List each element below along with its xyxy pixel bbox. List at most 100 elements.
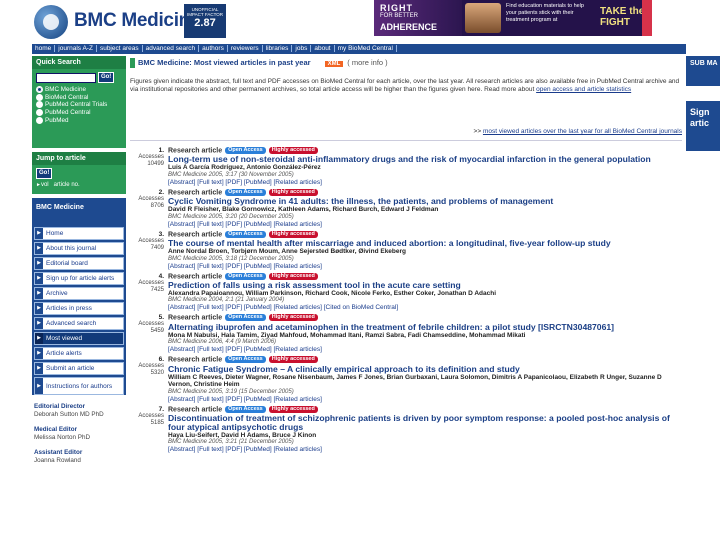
menu-item[interactable]: ▶ Advanced search: [34, 317, 124, 330]
nav-item[interactable]: home: [32, 45, 56, 52]
highly-accessed-badge: Highly accessed: [268, 147, 318, 154]
xml-feed-button[interactable]: XML: [324, 61, 344, 67]
article-links[interactable]: [Abstract] [Full text] [PDF] [PubMed] [R…: [168, 346, 682, 354]
radio-icon[interactable]: [36, 93, 43, 101]
menu-item-label: Editorial board: [46, 260, 88, 267]
article-title-link[interactable]: The course of mental health after miscar…: [168, 239, 682, 248]
radio-icon[interactable]: [36, 109, 43, 117]
menu-item[interactable]: ▶ Home: [34, 227, 124, 240]
quick-search-go-button[interactable]: Go!: [97, 72, 115, 83]
nav-item[interactable]: my BioMed Central: [334, 45, 397, 52]
editors-list: Editorial Director Deborah Sutton MD PhD M…: [32, 397, 126, 478]
article-title-link[interactable]: Long-term use of non-steroidal anti-infl…: [168, 155, 682, 164]
top-nav: home journals A-Z subject areas advanced se…: [32, 44, 686, 54]
menu-item[interactable]: ▶ Submit an article: [34, 362, 124, 375]
article-authors: Anne Nordal Broen, Torbjørn Moum, Anne S…: [168, 248, 407, 256]
right-edge-ads: SUB MA Sign artic: [686, 56, 720, 540]
article-row: 7. Accesses 5185 Research article Open Acces…: [130, 405, 682, 455]
radio-icon[interactable]: [36, 116, 43, 124]
left-column: Quick Search Go! BMC Medicine BioMed Cent…: [32, 56, 126, 540]
search-scope-option[interactable]: BMC Medicine: [32, 86, 126, 94]
menu-item[interactable]: ▶ About this journal: [34, 242, 124, 255]
nav-item[interactable]: authors: [199, 45, 228, 52]
menu-item[interactable]: ▶ Archive: [34, 287, 124, 300]
search-scope-option[interactable]: BioMed Central: [32, 93, 126, 102]
article-links[interactable]: [Abstract] [Full text] [PDF] [PubMed] [R…: [168, 446, 682, 454]
nav-item[interactable]: advanced search: [142, 45, 200, 52]
menu-arrow-icon: ▶: [35, 273, 43, 284]
open-access-badge: Open Access: [225, 230, 266, 238]
nav-item[interactable]: subject areas: [96, 45, 143, 52]
article-meta: 1. Accesses 10499: [130, 147, 168, 187]
nav-item[interactable]: journals A-Z: [55, 45, 97, 52]
bmc-menu-list: ▶ Home ▶ About this journal ▶ Editorial board…: [32, 227, 126, 395]
arrow-right-icon: >>: [473, 128, 483, 135]
highly-accessed-badge: Highly accessed: [268, 188, 318, 196]
menu-item[interactable]: ▶ Article alerts: [34, 347, 124, 360]
menu-item[interactable]: ▶ Sign up for article alerts: [34, 272, 124, 285]
right-ad-2[interactable]: Sign artic: [686, 101, 720, 151]
article-links[interactable]: [Abstract] [Full text] [PDF] [PubMed] [R…: [168, 304, 682, 312]
menu-item[interactable]: ▶ Most viewed: [34, 332, 124, 345]
article-title-link[interactable]: Discontinuation of treatment of schizoph…: [168, 413, 682, 432]
bmc-logo[interactable]: BMC Medicine: [34, 3, 201, 41]
article-links[interactable]: [Abstract] [Full text] [PDF] [PubMed] [R…: [168, 221, 682, 229]
article-citation: BMC Medicine 2005, 3:20 (20 December 200…: [168, 213, 294, 220]
editor-entry: Assistant Editor Joanna Rowland: [34, 449, 124, 464]
banner-ad-adherence[interactable]: RIGHT FOR BETTER ADHERENCE: [374, 0, 462, 36]
nav-item[interactable]: about: [311, 45, 335, 52]
article-rank: 7.: [158, 405, 164, 413]
menu-item[interactable]: ▶ Editorial board: [34, 257, 124, 270]
article-title-link[interactable]: Cyclic Vomiting Syndrome in 41 adults: t…: [168, 197, 682, 206]
menu-item-label: Advanced search: [46, 320, 97, 327]
search-scope-option[interactable]: PubMed Central: [32, 109, 126, 117]
accesses-label: Accesses: [138, 237, 164, 244]
article-links[interactable]: [Abstract] [Full text] [PDF] [PubMed] [R…: [168, 263, 682, 271]
article-rank: 1.: [158, 147, 164, 154]
main-content: BMC Medicine: Most viewed articles in pa…: [130, 58, 682, 540]
article-body: Research article Open Access Highly access…: [168, 405, 682, 455]
radio-icon[interactable]: [36, 86, 43, 93]
jump-go-button[interactable]: Go!: [36, 168, 53, 179]
most-viewed-all-journals-link[interactable]: most viewed articles over the last year …: [483, 128, 682, 135]
open-access-badge: Open Access: [225, 405, 266, 413]
article-row: 5. Accesses 5459 Research article Open Acces…: [130, 314, 682, 354]
article-title-link[interactable]: Prediction of falls using a risk assessm…: [168, 280, 682, 290]
intro-text: Figures given indicate the abstract, ful…: [130, 78, 682, 122]
ad-side-strip: [642, 0, 652, 36]
right-ad-1[interactable]: SUB MA: [686, 56, 720, 86]
banner-ad-fight[interactable]: Find education materials to help your pa…: [462, 0, 652, 36]
article-links[interactable]: [Abstract] [Full text] [PDF] [PubMed] [R…: [168, 396, 682, 404]
highly-accessed-badge: Highly accessed: [268, 230, 318, 238]
more-link-row: >> most viewed articles over the last ye…: [130, 128, 682, 138]
impact-factor-badge[interactable]: UNOFFICIAL IMPACT FACTOR 2.87: [184, 4, 226, 38]
editor-role: Editorial Director: [34, 403, 86, 410]
quick-search-input[interactable]: [36, 72, 96, 83]
search-scope-option[interactable]: PubMed Central Trials: [32, 101, 126, 109]
editor-role: Assistant Editor: [34, 449, 83, 456]
menu-arrow-icon: ▶: [35, 228, 43, 239]
article-title-link[interactable]: Alternating ibuprofen and acetaminophen …: [168, 322, 682, 332]
accesses-label: Accesses: [138, 412, 164, 419]
article-accesses: 7409: [150, 244, 164, 251]
nav-item[interactable]: reviewers: [227, 45, 263, 52]
menu-arrow-icon: ▶: [35, 258, 43, 269]
intro-link[interactable]: open access and article statistics: [536, 86, 631, 93]
ad-text: Find education materials to help your pa…: [506, 3, 584, 23]
article-title-link[interactable]: Chronic Fatigue Syndrome – A clinically …: [168, 364, 682, 374]
article-row: 4. Accesses 7425 Research article Open Acces…: [130, 272, 682, 313]
search-scope-option[interactable]: PubMed: [32, 116, 126, 125]
xml-more-info-link[interactable]: ( more info ): [347, 58, 387, 67]
article-body: Research article Open Access Highly access…: [168, 230, 682, 271]
article-accesses: 10499: [147, 161, 164, 167]
menu-item[interactable]: ▶ Instructions for authors: [34, 377, 124, 395]
menu-item[interactable]: ▶ Articles in press: [34, 302, 124, 315]
radio-icon[interactable]: [36, 101, 43, 109]
menu-item-label: Most viewed: [46, 335, 83, 342]
article-meta: 6. Accesses 5320: [130, 356, 168, 403]
article-meta: 2. Accesses 8706: [130, 189, 168, 229]
nav-item[interactable]: libraries: [262, 45, 293, 52]
nav-item[interactable]: jobs: [292, 45, 312, 52]
article-links[interactable]: [Abstract] [Full text] [PDF] [PubMed] [R…: [168, 179, 682, 187]
highly-accessed-badge: Highly accessed: [268, 272, 318, 280]
